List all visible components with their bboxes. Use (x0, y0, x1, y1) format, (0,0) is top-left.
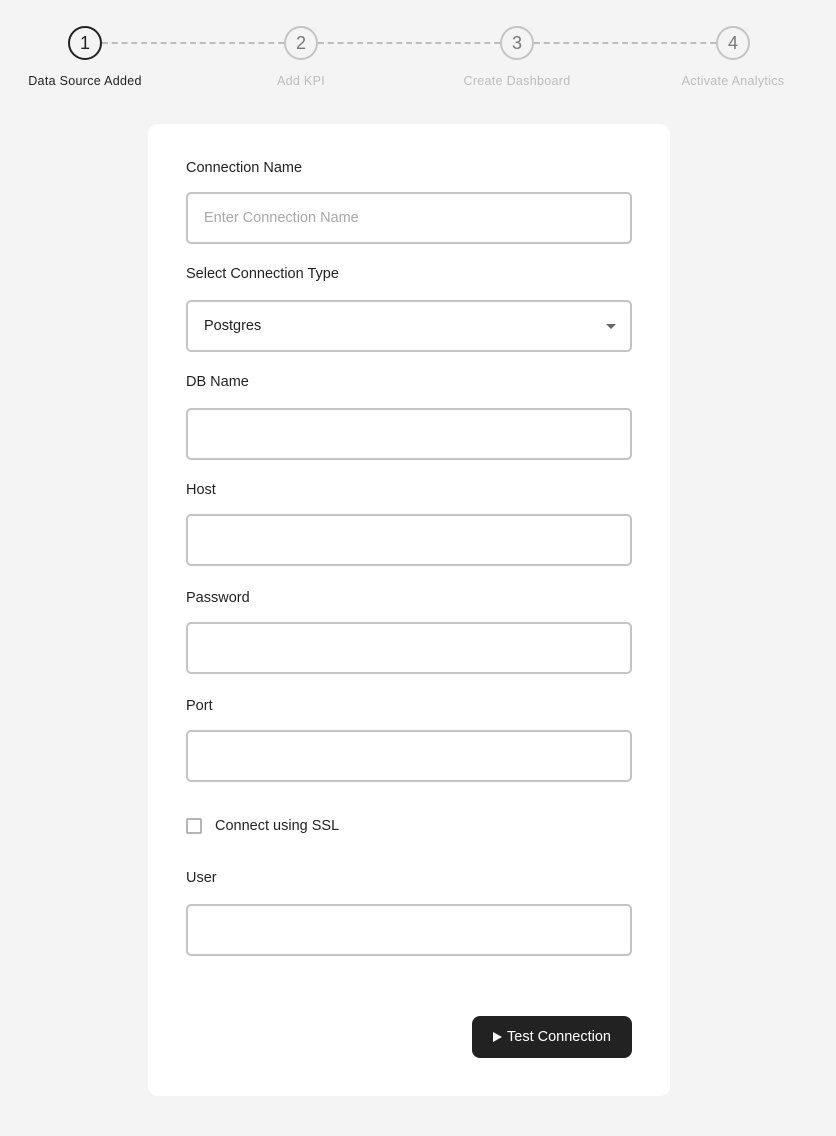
connection-form-card: Connection Name Select Connection Type P… (148, 124, 670, 1096)
connection-name-label: Connection Name (186, 160, 303, 176)
step-label: Activate Analytics (681, 74, 785, 88)
step-label: Data Source Added (28, 74, 142, 88)
ssl-checkbox-label: Connect using SSL (215, 818, 340, 834)
ssl-checkbox[interactable] (186, 818, 202, 834)
connection-type-select[interactable]: Postgres (186, 300, 632, 352)
progress-stepper: 1 Data Source Added 2 Add KPI 3 Create D… (0, 0, 836, 110)
connection-type-value: Postgres (204, 318, 262, 334)
port-input[interactable] (186, 730, 632, 782)
step-number: 4 (716, 26, 750, 60)
play-icon (493, 1032, 502, 1042)
test-connection-button[interactable]: Test Connection (472, 1016, 632, 1058)
password-input[interactable] (186, 622, 632, 674)
step-add-kpi[interactable]: 2 Add KPI (221, 26, 381, 88)
step-label: Add KPI (277, 74, 325, 88)
password-label: Password (186, 590, 250, 606)
step-activate-analytics[interactable]: 4 Activate Analytics (653, 26, 813, 88)
db-name-input[interactable] (186, 408, 632, 460)
connection-type-label: Select Connection Type (186, 266, 339, 282)
step-number: 2 (284, 26, 318, 60)
step-create-dashboard[interactable]: 3 Create Dashboard (437, 26, 597, 88)
step-number: 3 (500, 26, 534, 60)
test-connection-label: Test Connection (507, 1029, 611, 1045)
user-input[interactable] (186, 904, 632, 956)
host-input[interactable] (186, 514, 632, 566)
ssl-option[interactable]: Connect using SSL (186, 818, 339, 834)
host-label: Host (186, 482, 216, 498)
chevron-down-icon (606, 323, 616, 329)
step-number: 1 (68, 26, 102, 60)
db-name-label: DB Name (186, 374, 249, 390)
connection-name-input[interactable] (186, 192, 632, 244)
step-data-source-added[interactable]: 1 Data Source Added (5, 26, 165, 88)
step-label: Create Dashboard (463, 74, 571, 88)
port-label: Port (186, 698, 213, 714)
user-label: User (186, 870, 217, 886)
